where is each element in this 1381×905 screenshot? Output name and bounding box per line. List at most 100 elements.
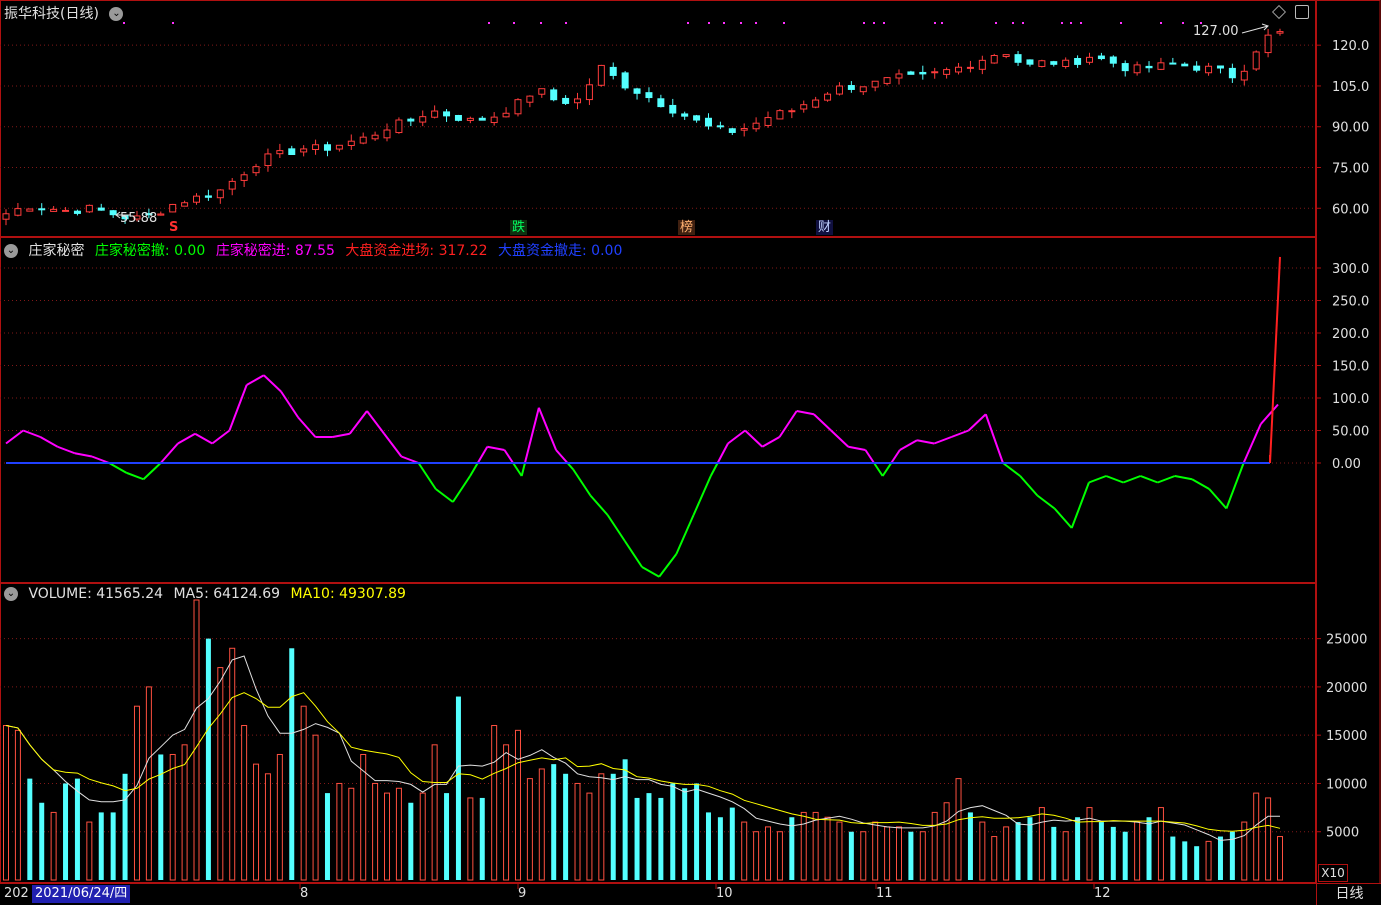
candle-body <box>1145 65 1153 69</box>
volume-bar-down <box>658 797 664 880</box>
candle-body <box>597 64 605 86</box>
chevron-down-icon[interactable]: ⌄ <box>4 587 18 601</box>
volume-bar-down <box>1015 822 1021 880</box>
volume-ma5: MA5: 64124.69 <box>173 586 281 602</box>
volume-bar-up <box>884 826 891 881</box>
volume-bar-up <box>133 705 140 881</box>
indicator-segment <box>125 471 144 481</box>
volume-tick-label: 20000 <box>1326 681 1367 696</box>
volume-bar-up <box>753 831 760 881</box>
indicator-tick-label: 300.0 <box>1332 262 1369 277</box>
candle-body <box>228 180 236 190</box>
volume-bar-up <box>1205 840 1212 881</box>
candle-body <box>1109 56 1117 64</box>
candle-body <box>621 72 629 89</box>
volume-bar-up <box>872 821 879 881</box>
candle-body <box>1240 70 1248 81</box>
signal-dot <box>1022 22 1024 24</box>
volume-bar-up <box>503 744 510 881</box>
event-marker-s[interactable]: S <box>167 220 180 235</box>
volume-bar-up <box>336 782 343 881</box>
candle-body <box>454 114 462 121</box>
timeframe-selector[interactable]: 日线 <box>1316 884 1381 905</box>
indicator-segment <box>297 416 317 438</box>
x-axis-month: 10 <box>716 886 733 901</box>
volume-bar-down <box>408 802 414 880</box>
signal-dot <box>1182 22 1184 24</box>
indicator-segment <box>452 475 471 503</box>
volume-bar-down <box>74 778 80 880</box>
indicator-segment <box>1225 462 1245 509</box>
candle-body <box>431 110 439 118</box>
indicator-item-market-enter: 大盘资金进场: 317.22 <box>345 243 488 259</box>
zoom-x10-button[interactable]: X10 <box>1318 864 1348 882</box>
candle-body <box>335 144 343 150</box>
candle-body <box>1216 65 1224 69</box>
volume-bar-up <box>586 792 593 881</box>
indicator-segment <box>108 462 127 474</box>
indicator-segment <box>1157 475 1176 484</box>
indicator-segment <box>1036 494 1056 510</box>
candle-body <box>216 189 224 199</box>
volume-bar-up <box>979 821 986 881</box>
indicator-segment <box>142 462 162 480</box>
volume-bar-up <box>1253 792 1260 881</box>
signal-dot <box>1070 22 1072 24</box>
indicator-segment <box>1242 423 1262 464</box>
volume-bar-up <box>836 821 843 881</box>
candle-body <box>1228 67 1236 79</box>
volume-bar-down <box>705 812 711 880</box>
volume-bar-up <box>300 705 307 881</box>
candle-body <box>716 125 724 128</box>
volume-bar-up <box>1038 807 1045 881</box>
candle-body <box>347 140 355 146</box>
indicator-segment <box>469 462 479 477</box>
signal-dot <box>565 22 567 24</box>
indicator-segment <box>606 514 626 542</box>
candle-body <box>562 97 570 104</box>
volume-bar-down <box>1051 826 1057 880</box>
volume-bar-down <box>848 831 854 880</box>
indicator-segment <box>159 442 179 464</box>
price-tick-label: 120.0 <box>1332 39 1369 54</box>
indicator-segment <box>1019 475 1039 497</box>
volume-bar-up <box>253 763 260 881</box>
candle-body <box>359 136 367 144</box>
indicator-segment <box>512 462 523 477</box>
volume-bar-down <box>646 793 652 880</box>
volume-bar-down <box>1110 826 1116 880</box>
event-marker-drop[interactable]: 跌 <box>510 220 528 235</box>
candle-body <box>1264 34 1272 54</box>
event-marker-list[interactable]: 榜 <box>678 220 696 235</box>
volume-bar-down <box>39 802 45 880</box>
x-axis-month: 9 <box>518 886 527 901</box>
volume-bar-up <box>217 667 224 881</box>
indicator-segment <box>830 429 849 448</box>
window-restore-icon[interactable] <box>1295 5 1309 19</box>
chevron-down-icon[interactable]: ⌄ <box>109 7 124 21</box>
candle-body <box>371 134 379 140</box>
candle-body <box>407 118 415 122</box>
indicator-segment <box>228 384 248 431</box>
candle-body <box>514 99 522 115</box>
volume-bar-up <box>824 816 831 881</box>
candle-body <box>633 88 641 94</box>
candle-body <box>50 208 58 212</box>
indicator-name: 庄家秘密 <box>28 243 85 259</box>
indicator-segment <box>366 410 385 435</box>
signal-dot <box>1120 22 1122 24</box>
volume-bar-down <box>694 783 700 880</box>
candle-body <box>669 104 677 114</box>
indicator-tick-label: 100.0 <box>1332 392 1369 407</box>
volume-bar-down <box>789 817 795 880</box>
candle-body <box>788 110 796 113</box>
indicator-segment <box>984 413 1004 464</box>
candle-body <box>1097 55 1105 60</box>
chevron-down-icon[interactable]: ⌄ <box>4 244 18 258</box>
candle-body <box>193 195 201 203</box>
indicator-tick-label: 200.0 <box>1332 327 1369 342</box>
indicator-tick-label: 0.00 <box>1332 457 1361 472</box>
event-marker-finance[interactable]: 财 <box>816 220 834 235</box>
indicator-segment <box>476 446 489 464</box>
signal-dot <box>755 22 757 24</box>
